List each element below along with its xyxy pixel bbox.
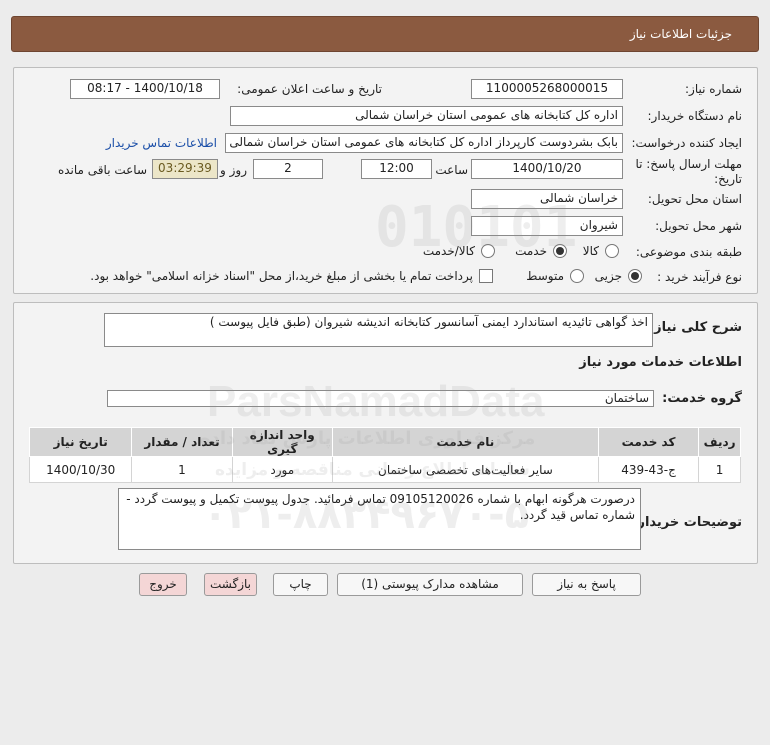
services-table: ردیف کد خدمت نام خدمت واحد اندازه گیری ت… [28, 427, 741, 483]
remaining-label: ساعت باقی مانده [57, 163, 147, 177]
category-radio-goods[interactable] [605, 244, 619, 258]
treasury-checkbox[interactable] [479, 269, 493, 283]
table-row: 1 ج-43-439 سایر فعالیت‌های تخصصی ساختمان… [28, 456, 741, 483]
cell-service-code: ج-43-439 [597, 456, 700, 483]
buyer-org-field: اداره کل کتابخانه های عمومی استان خراسان… [230, 106, 623, 126]
category-option-goods: کالا [582, 244, 599, 258]
purchase-type-label: نوع فرآیند خرید : [657, 270, 742, 284]
need-number-label: شماره نیاز: [685, 82, 742, 96]
reply-button[interactable]: پاسخ به نیاز [532, 573, 641, 596]
purchase-radio-medium[interactable] [570, 269, 584, 283]
province-field: خراسان شمالی [471, 189, 623, 209]
page-header: جزئیات اطلاعات نیاز [11, 16, 759, 52]
remaining-time-field: 03:29:39 [152, 159, 218, 179]
deadline-date-field: 1400/10/20 [471, 159, 623, 179]
purchase-option-medium: متوسط [526, 269, 564, 283]
cell-row-number: 1 [698, 456, 741, 483]
purchase-option-minor: جزیی [594, 269, 622, 283]
col-header-service-code: کد خدمت [597, 427, 700, 457]
cell-service-name: سایر فعالیت‌های تخصصی ساختمان [331, 456, 599, 483]
category-radio-both[interactable] [481, 244, 495, 258]
col-header-need-date: تاریخ نیاز [28, 427, 133, 457]
description-label: شرح کلی نیاز: [648, 320, 742, 335]
deadline-label: مهلت ارسال پاسخ: تا تاریخ: [635, 157, 742, 186]
col-header-quantity: تعداد / مقدار [131, 427, 233, 457]
category-label: طبقه بندی موضوعی: [635, 245, 742, 259]
col-header-service-name: نام خدمت [331, 427, 599, 457]
buyer-contact-link[interactable]: اطلاعات تماس خریدار [106, 136, 217, 150]
requester-field: بابک بشردوست کارپرداز اداره کل کتابخانه … [225, 133, 623, 153]
requester-label: ایجاد کننده درخواست: [631, 136, 742, 150]
announce-label: تاریخ و ساعت اعلان عمومی: [237, 82, 382, 96]
category-option-service: خدمت [515, 244, 547, 258]
service-group-field: ساختمان [107, 390, 654, 407]
deadline-time-label: ساعت [435, 163, 468, 177]
print-button[interactable]: چاپ [273, 573, 328, 596]
table-header-row: ردیف کد خدمت نام خدمت واحد اندازه گیری ت… [28, 427, 741, 457]
days-field: 2 [253, 159, 323, 179]
col-header-unit: واحد اندازه گیری [231, 427, 333, 457]
cell-unit: مورد [231, 456, 333, 483]
back-button[interactable]: بازگشت [204, 573, 257, 596]
buyer-org-label: نام دستگاه خریدار: [647, 109, 743, 123]
services-heading: اطلاعات خدمات مورد نیاز [579, 355, 742, 370]
buyer-notes-field: درصورت هرگونه ابهام با شماره 09105120026… [118, 488, 641, 550]
attachments-button[interactable]: مشاهده مدارک پیوستی (1) [337, 573, 523, 596]
category-radio-service[interactable] [553, 244, 567, 258]
announce-field: 1400/10/18 - 08:17 [70, 79, 220, 99]
province-label: استان محل تحویل: [647, 192, 742, 206]
category-option-both: کالا/خدمت [422, 244, 475, 258]
purchase-radio-minor[interactable] [628, 269, 642, 283]
city-field: شیروان [471, 216, 623, 236]
need-number-field: 1100005268000015 [471, 79, 623, 99]
service-group-label: گروه خدمت: [662, 391, 742, 406]
description-field: اخذ گواهی تائیدیه استاندارد ایمنی آسانسو… [104, 313, 653, 347]
cell-need-date: 1400/10/30 [28, 456, 133, 483]
col-header-row-number: ردیف [698, 427, 741, 457]
cell-quantity: 1 [131, 456, 233, 483]
deadline-time-field: 12:00 [361, 159, 432, 179]
buyer-notes-label: توضیحات خریدار: [632, 515, 742, 530]
payment-note: پرداخت تمام یا بخشی از مبلغ خرید،از محل … [90, 269, 473, 283]
page-title: جزئیات اطلاعات نیاز [629, 27, 732, 41]
days-label: روز و [220, 163, 247, 177]
exit-button[interactable]: خروج [139, 573, 187, 596]
city-label: شهر محل تحویل: [655, 219, 742, 233]
